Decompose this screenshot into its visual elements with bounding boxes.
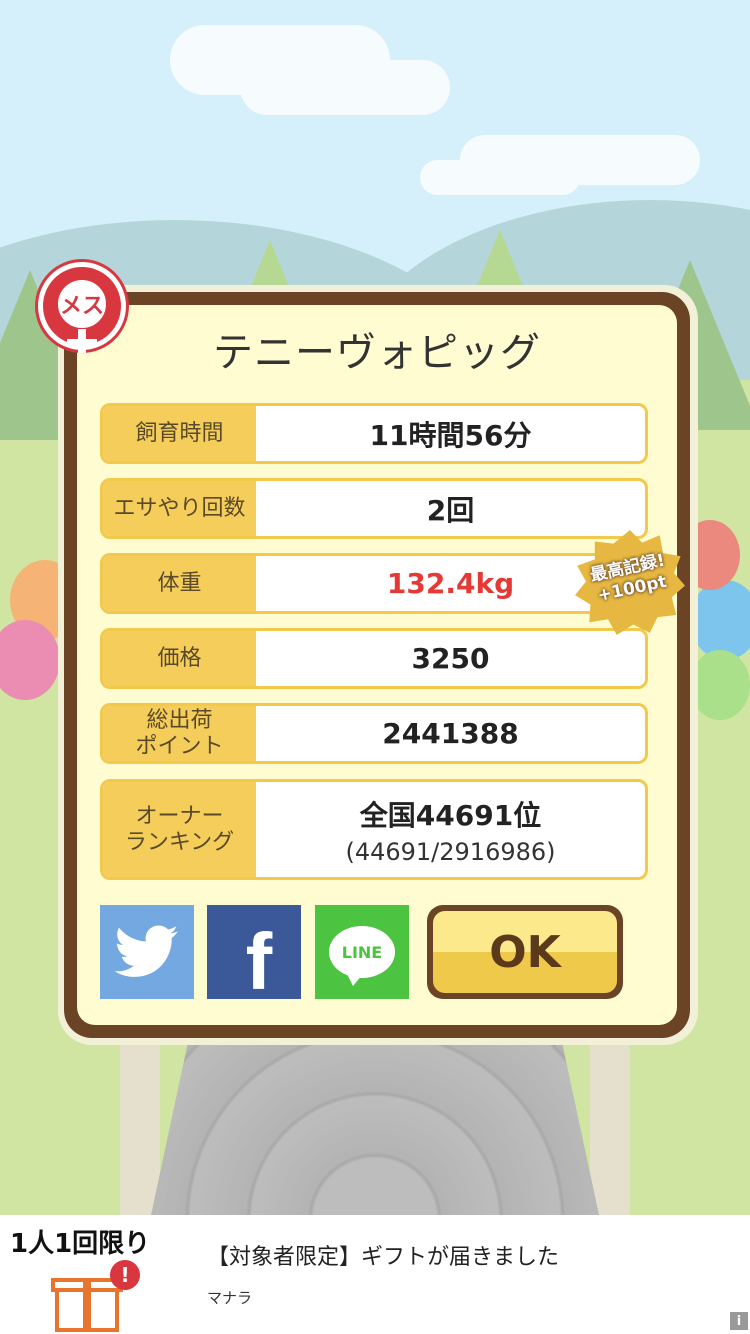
stat-label-text: オーナー ランキング: [124, 804, 235, 855]
ranking-detail: (44691/2916986): [345, 837, 556, 866]
ranking-main: 全国44691位: [359, 798, 542, 832]
alert-icon: !: [110, 1260, 140, 1290]
record-badge: 最高記録! +100pt: [575, 530, 685, 635]
stat-label: エサやり回数: [103, 481, 256, 536]
ad-info-icon[interactable]: i: [730, 1312, 748, 1330]
stat-row-weight: 体重 132.4kg: [100, 553, 648, 614]
stat-label: 価格: [103, 631, 256, 686]
stat-label: 総出荷 ポイント: [103, 706, 256, 761]
facebook-f-icon: f: [245, 917, 273, 1006]
line-share-button[interactable]: LINE: [315, 905, 409, 999]
ok-button[interactable]: OK: [427, 905, 623, 999]
ok-button-label: OK: [433, 911, 617, 993]
stat-row-breeding-time: 飼育時間 11時間56分: [100, 403, 648, 464]
stat-label-text: 総出荷 ポイント: [135, 708, 224, 759]
line-icon: LINE: [329, 926, 395, 986]
ranking-value: 全国44691位 (44691/2916986): [256, 782, 645, 877]
gift-ribbon: [83, 1278, 91, 1332]
twitter-share-button[interactable]: [100, 905, 194, 999]
stat-label: 体重: [103, 556, 256, 611]
ad-sponsor: マナラ: [207, 1289, 253, 1307]
stat-label: 飼育時間: [103, 406, 256, 461]
facebook-share-button[interactable]: f: [207, 905, 301, 1006]
stat-label: オーナー ランキング: [103, 782, 256, 877]
ad-banner[interactable]: 1人1回限り ! 【対象者限定】ギフトが届きました マナラ: [0, 1215, 750, 1334]
stat-row-owner-ranking: オーナー ランキング 全国44691位 (44691/2916986): [100, 779, 648, 880]
stat-row-shipping-points: 総出荷 ポイント 2441388: [100, 703, 648, 764]
stat-row-price: 価格 3250: [100, 628, 648, 689]
gift-icon: [51, 1272, 123, 1332]
twitter-bird-icon: [115, 925, 178, 977]
line-icon-text: LINE: [341, 942, 383, 962]
ad-title: 【対象者限定】ギフトが届きました: [207, 1245, 560, 1270]
gender-label: メス: [59, 294, 104, 319]
stat-row-feed-count: エサやり回数 2回: [100, 478, 648, 539]
stat-value: 2回: [426, 493, 475, 527]
stat-value: 3250: [411, 642, 490, 675]
pet-name-title: テニーヴォピッグ: [213, 330, 541, 376]
stat-value: 11時間56分: [369, 418, 532, 452]
stat-value: 2441388: [382, 717, 519, 750]
ad-promo-label: 1人1回限り: [10, 1229, 151, 1259]
